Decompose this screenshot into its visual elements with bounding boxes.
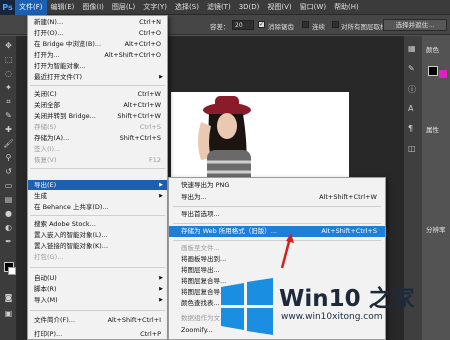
watermark-title: Win10 之家 <box>279 286 415 312</box>
windows-logo-icon <box>221 278 273 335</box>
watermark: Win10 之家 www.win10xitong.com <box>215 275 450 340</box>
watermark-url: www.win10xitong.com <box>281 312 383 322</box>
